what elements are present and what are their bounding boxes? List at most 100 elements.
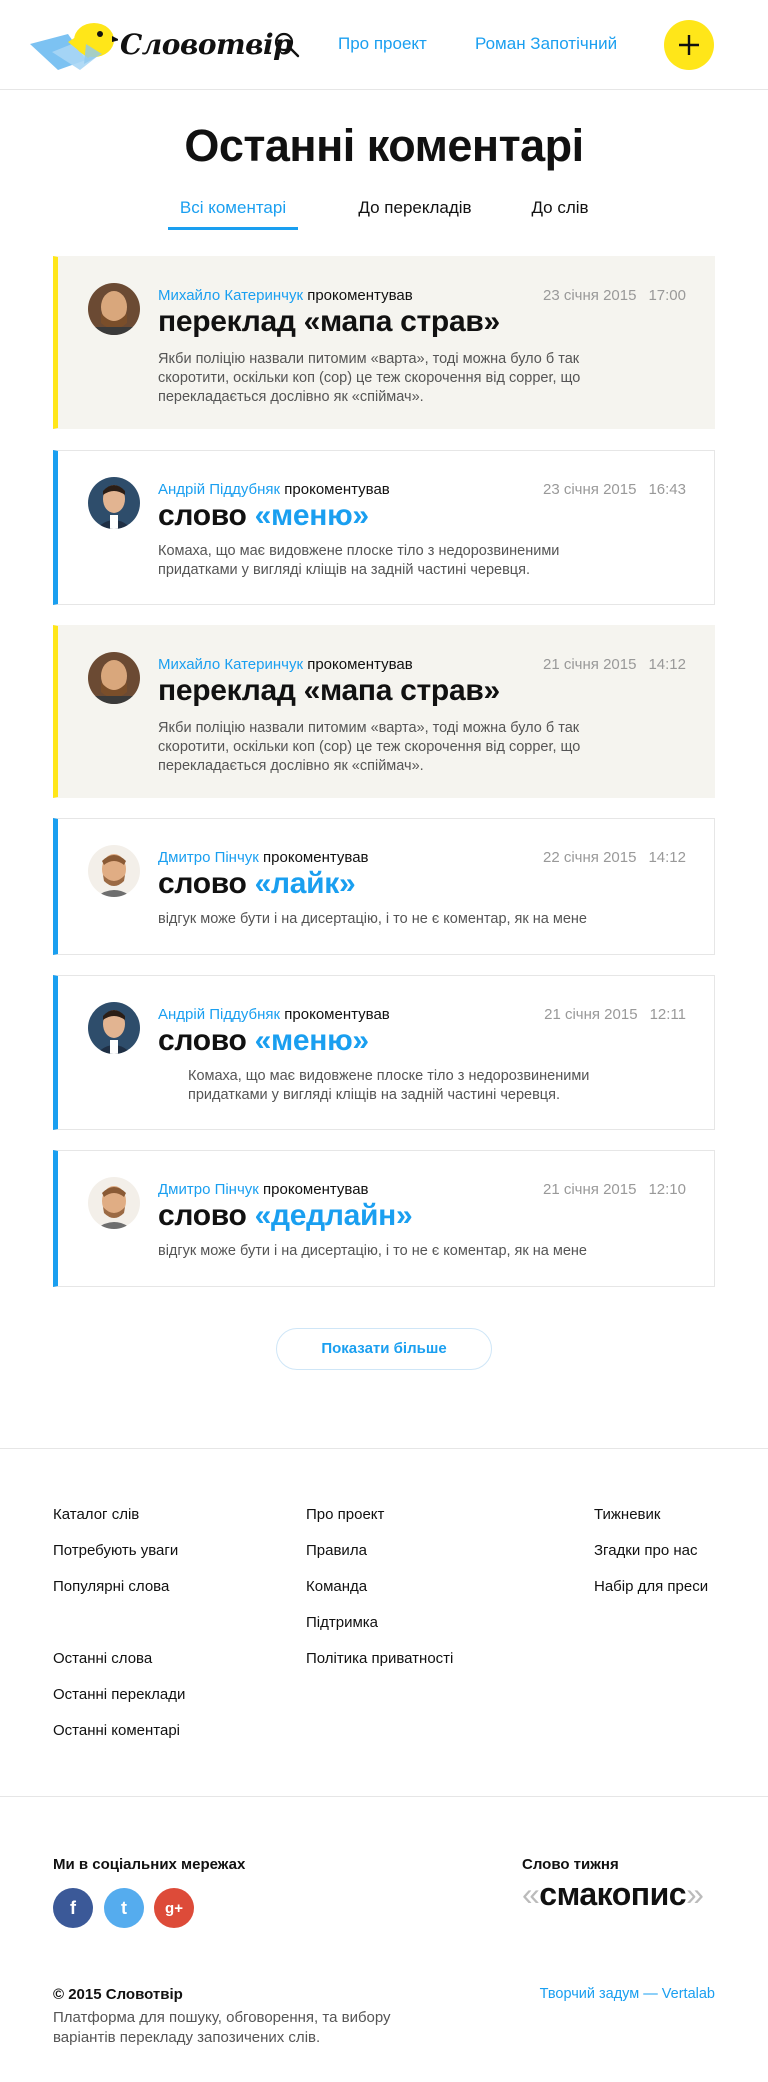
comment-meta: Михайло Катеринчук прокоментував (158, 287, 413, 304)
footer-link[interactable]: Останні слова (53, 1650, 152, 1667)
date-label: 21 січня 2015 (543, 1181, 637, 1198)
comment-text: Якби поліцію назвали питомим «варта», то… (158, 720, 581, 774)
page-title: Останні коментарі (184, 120, 584, 171)
footer-link[interactable]: Останні переклади (53, 1686, 185, 1703)
subject-type: переклад (158, 674, 296, 707)
subject-type: переклад (158, 305, 296, 338)
subject-word[interactable]: «лайк» (255, 867, 356, 900)
comment-meta: Михайло Катеринчук прокоментував (158, 656, 413, 673)
copyright: © 2015 Словотвір (53, 1986, 183, 2003)
comment-meta: Дмитро Пінчук прокоментував (158, 1181, 369, 1198)
facebook-icon[interactable]: f (53, 1888, 93, 1928)
footer-link[interactable]: Згадки про нас (594, 1542, 698, 1559)
avatar[interactable] (88, 1002, 140, 1054)
comment-card: Дмитро Пінчук прокоментував 21 січня 201… (53, 1150, 715, 1287)
show-more-button[interactable]: Показати більше (276, 1328, 492, 1370)
site-header: Словотвір Про проект Роман Запотічний (0, 0, 768, 90)
social-heading: Ми в соціальних мережах (53, 1856, 246, 1873)
avatar[interactable] (88, 283, 140, 335)
footer-link[interactable]: Тижневик (594, 1506, 660, 1523)
subject-word[interactable]: «меню» (255, 1024, 369, 1057)
credit-link[interactable]: Творчий задум — Vertalab (540, 1986, 715, 2002)
action-label: прокоментував (284, 481, 390, 498)
footer-link[interactable]: Потребують уваги (53, 1542, 178, 1559)
time-label: 17:00 (648, 287, 686, 304)
time-label: 16:43 (648, 481, 686, 498)
twitter-icon[interactable]: t (104, 1888, 144, 1928)
footer-link[interactable]: Набір для преси (594, 1578, 708, 1595)
comment-subject: слово «меню» (158, 499, 369, 533)
comment-date: 23 січня 2015 17:00 (543, 287, 686, 304)
comment-card: Дмитро Пінчук прокоментував 22 січня 201… (53, 818, 715, 955)
comment-tabs: Всі коментарі До перекладів До слів (0, 198, 768, 232)
subject-type: слово (158, 1024, 247, 1057)
subject-word[interactable]: «мапа страв» (304, 305, 501, 338)
action-label: прокоментував (307, 287, 413, 304)
nav-about-link[interactable]: Про проект (338, 34, 427, 54)
footer-link[interactable]: Команда (306, 1578, 367, 1595)
tab-all-comments[interactable]: Всі коментарі (168, 198, 298, 230)
subject-type: слово (158, 1199, 247, 1232)
footer-link[interactable]: Останні коментарі (53, 1722, 180, 1739)
bird-logo-icon (30, 23, 118, 70)
comment-meta: Дмитро Пінчук прокоментував (158, 849, 369, 866)
subject-word[interactable]: «дедлайн» (255, 1199, 413, 1232)
footer-link[interactable]: Політика приватності (306, 1650, 453, 1667)
comment-subject: слово «дедлайн» (158, 1199, 413, 1233)
author-link[interactable]: Михайло Катеринчук (158, 287, 303, 304)
comment-subject: переклад «мапа страв» (158, 674, 500, 708)
footer-link[interactable]: Каталог слів (53, 1506, 139, 1523)
footer-link[interactable]: Популярні слова (53, 1578, 169, 1595)
search-icon[interactable] (272, 30, 302, 60)
footer-link[interactable]: Про проект (306, 1506, 384, 1523)
comment-text: Комаха, що має видовжене плоске тіло з н… (188, 1068, 590, 1103)
time-label: 14:12 (648, 849, 686, 866)
logo[interactable]: Словотвір (28, 14, 293, 76)
tab-translation-comments[interactable]: До перекладів (340, 198, 490, 230)
word-of-week-text: смакопис (539, 1876, 687, 1912)
comment-card: Андрій Піддубняк прокоментував 21 січня … (53, 975, 715, 1130)
footer-divider (0, 1796, 768, 1797)
subject-type: слово (158, 867, 247, 900)
google-plus-icon[interactable]: g+ (154, 1888, 194, 1928)
avatar[interactable] (88, 477, 140, 529)
subject-type: слово (158, 499, 247, 532)
author-link[interactable]: Дмитро Пінчук (158, 849, 259, 866)
comment-date: 21 січня 2015 12:11 (544, 1006, 686, 1023)
comment-text: відгук може бути і на дисертацію, і то н… (158, 1243, 587, 1259)
date-label: 22 січня 2015 (543, 849, 637, 866)
footer-link[interactable]: Правила (306, 1542, 367, 1559)
time-label: 14:12 (648, 656, 686, 673)
comment-card: Михайло Катеринчук прокоментував 23 січн… (53, 256, 715, 429)
action-label: прокоментував (263, 849, 369, 866)
avatar[interactable] (88, 1177, 140, 1229)
footer-link[interactable]: Підтримка (306, 1614, 378, 1631)
comment-date: 23 січня 2015 16:43 (543, 481, 686, 498)
tab-word-comments[interactable]: До слів (518, 198, 602, 230)
footer-divider (0, 1448, 768, 1449)
subject-word[interactable]: «меню» (255, 499, 369, 532)
comment-card: Андрій Піддубняк прокоментував 23 січня … (53, 450, 715, 605)
comment-date: 22 січня 2015 14:12 (543, 849, 686, 866)
comment-text: Комаха, що має видовжене плоске тіло з н… (158, 543, 560, 578)
comment-subject: переклад «мапа страв» (158, 305, 500, 339)
logo-text: Словотвір (120, 28, 293, 61)
word-of-week[interactable]: «смакопис» (522, 1876, 704, 1913)
author-link[interactable]: Андрій Піддубняк (158, 1006, 280, 1023)
tagline: Платформа для пошуку, обговорення, та ви… (53, 2009, 391, 2046)
comment-subject: слово «лайк» (158, 867, 356, 901)
add-button[interactable] (664, 20, 714, 70)
author-link[interactable]: Дмитро Пінчук (158, 1181, 259, 1198)
date-label: 23 січня 2015 (543, 481, 637, 498)
comment-date: 21 січня 2015 14:12 (543, 656, 686, 673)
date-label: 21 січня 2015 (543, 656, 637, 673)
avatar[interactable] (88, 652, 140, 704)
comment-text: Якби поліцію назвали питомим «варта», то… (158, 351, 581, 405)
avatar[interactable] (88, 845, 140, 897)
author-link[interactable]: Андрій Піддубняк (158, 481, 280, 498)
nav-user-link[interactable]: Роман Запотічний (475, 34, 617, 54)
comment-date: 21 січня 2015 12:10 (543, 1181, 686, 1198)
subject-word[interactable]: «мапа страв» (304, 674, 501, 707)
date-label: 23 січня 2015 (543, 287, 637, 304)
author-link[interactable]: Михайло Катеринчук (158, 656, 303, 673)
